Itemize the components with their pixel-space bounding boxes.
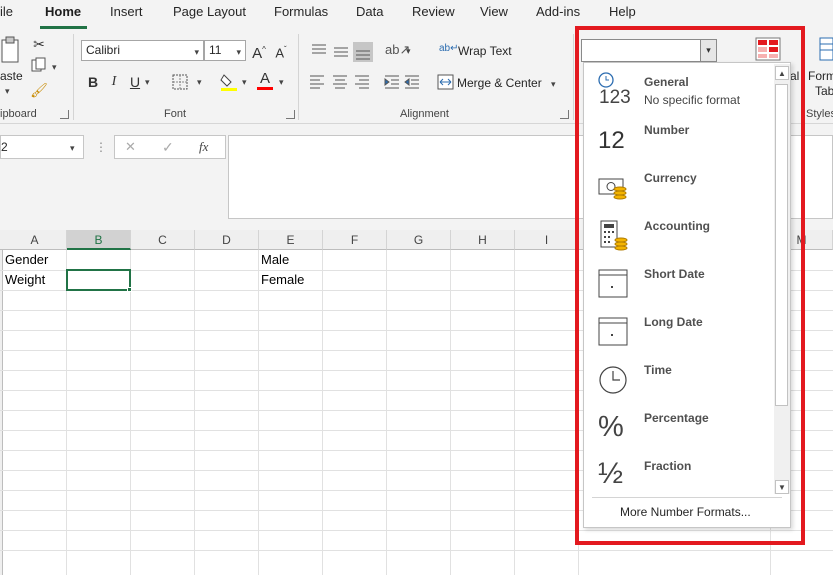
styles-group-label: Styles [806,108,833,120]
column-line [66,250,67,575]
column-header-a[interactable]: A [3,230,67,250]
italic-button[interactable]: I [104,72,124,92]
row-line [0,550,833,551]
tab-file[interactable]: ile [0,4,13,19]
column-line [194,250,195,575]
bold-button[interactable]: B [83,72,103,92]
font-launcher-icon[interactable] [286,110,295,119]
insert-function-icon[interactable]: fx [199,139,208,155]
ribbon-separator [73,34,74,120]
column-header-i[interactable]: I [515,230,579,250]
merge-center-button[interactable]: Merge & Center [457,76,542,90]
tab-review[interactable]: Review [412,4,455,19]
name-box-chevron-icon[interactable]: ▾ [70,143,75,154]
tab-help[interactable]: Help [609,4,636,19]
column-header-d[interactable]: D [195,230,259,250]
cut-icon[interactable]: ✂ [29,34,49,54]
tab-add-ins[interactable]: Add-ins [536,4,580,19]
underline-button[interactable]: U [125,72,145,92]
fill-handle[interactable] [127,287,132,292]
paste-chevron-icon[interactable]: ▾ [5,86,10,97]
copy-icon[interactable] [29,57,49,77]
borders-icon[interactable] [172,74,188,90]
borders-chevron-icon[interactable]: ▾ [197,77,202,88]
clipboard-launcher-icon[interactable] [60,110,69,119]
column-header-e[interactable]: E [259,230,323,250]
clipboard-group-label: ipboard [0,108,37,120]
column-line [386,250,387,575]
formula-buttons: ✕ ✓ fx [114,135,226,159]
column-header-b[interactable]: B [67,230,131,250]
enter-icon[interactable]: ✓ [162,139,174,156]
highlight-box [575,26,805,545]
tab-home[interactable]: Home [45,4,81,19]
font-color-chevron-icon[interactable]: ▾ [279,77,284,88]
column-header-f[interactable]: F [323,230,387,250]
orientation-chevron-icon[interactable]: ▾ [406,46,411,57]
column-header-c[interactable]: C [131,230,195,250]
column-line [130,250,131,575]
name-box[interactable]: 2 ▾ [0,135,84,159]
tab-data[interactable]: Data [356,4,383,19]
cell-a2[interactable]: Weight [5,272,45,287]
alignment-launcher-icon[interactable] [560,110,569,119]
column-line [322,250,323,575]
fill-color-icon[interactable] [220,72,238,92]
tab-page-layout[interactable]: Page Layout [173,4,246,19]
cancel-icon[interactable]: ✕ [125,139,136,155]
format-as-table-label-1[interactable]: Form [808,69,833,83]
merge-center-icon[interactable] [437,74,454,90]
selected-cell-b2[interactable] [66,269,131,291]
font-group-label: Font [164,108,187,120]
cell-e2[interactable]: Female [261,272,304,287]
wrap-text-icon[interactable]: ab↵ [439,43,459,59]
grow-font-icon[interactable]: A^ [249,40,269,62]
column-header-h[interactable]: H [451,230,515,250]
ribbon-separator [573,34,574,120]
format-as-table-label-2[interactable]: Tab [815,84,833,98]
ribbon-separator [298,34,299,120]
fill-color-chevron-icon[interactable]: ▾ [242,77,247,88]
copy-chevron-icon[interactable]: ▾ [52,62,57,73]
column-line [450,250,451,575]
wrap-text-button[interactable]: Wrap Text [458,44,512,58]
cell-e1[interactable]: Male [261,252,289,267]
cell-a1[interactable]: Gender [5,252,48,267]
format-as-table-icon[interactable] [819,37,833,61]
merge-chevron-icon[interactable]: ▾ [551,79,556,90]
orientation-icon[interactable]: ab↗ [385,42,410,60]
formula-bar-grip-icon: ⋮ [95,140,107,154]
tab-insert[interactable]: Insert [110,4,143,19]
column-line [258,250,259,575]
shrink-font-icon[interactable]: Aˇ [271,40,291,60]
paste-icon[interactable] [0,36,22,66]
active-tab-indicator [40,26,87,29]
tab-view[interactable]: View [480,4,508,19]
row-headers [0,250,3,575]
alignment-group-label: Alignment [400,108,449,120]
tab-formulas[interactable]: Formulas [274,4,328,19]
font-color-icon[interactable]: A [256,70,274,92]
underline-chevron-icon[interactable]: ▾ [145,77,150,88]
column-line [514,250,515,575]
vertical-align-icons [309,42,373,62]
column-header-g[interactable]: G [387,230,451,250]
horizontal-align-icons [309,74,419,90]
paste-label[interactable]: aste [0,69,23,83]
format-painter-icon[interactable]: 🖌 [29,80,49,100]
font-name-input[interactable]: Calibri ▾ [81,40,204,61]
excel-window: ile Home Insert Page Layout Formulas Dat… [0,0,833,575]
font-size-input[interactable]: 11 ▾ [204,40,246,61]
